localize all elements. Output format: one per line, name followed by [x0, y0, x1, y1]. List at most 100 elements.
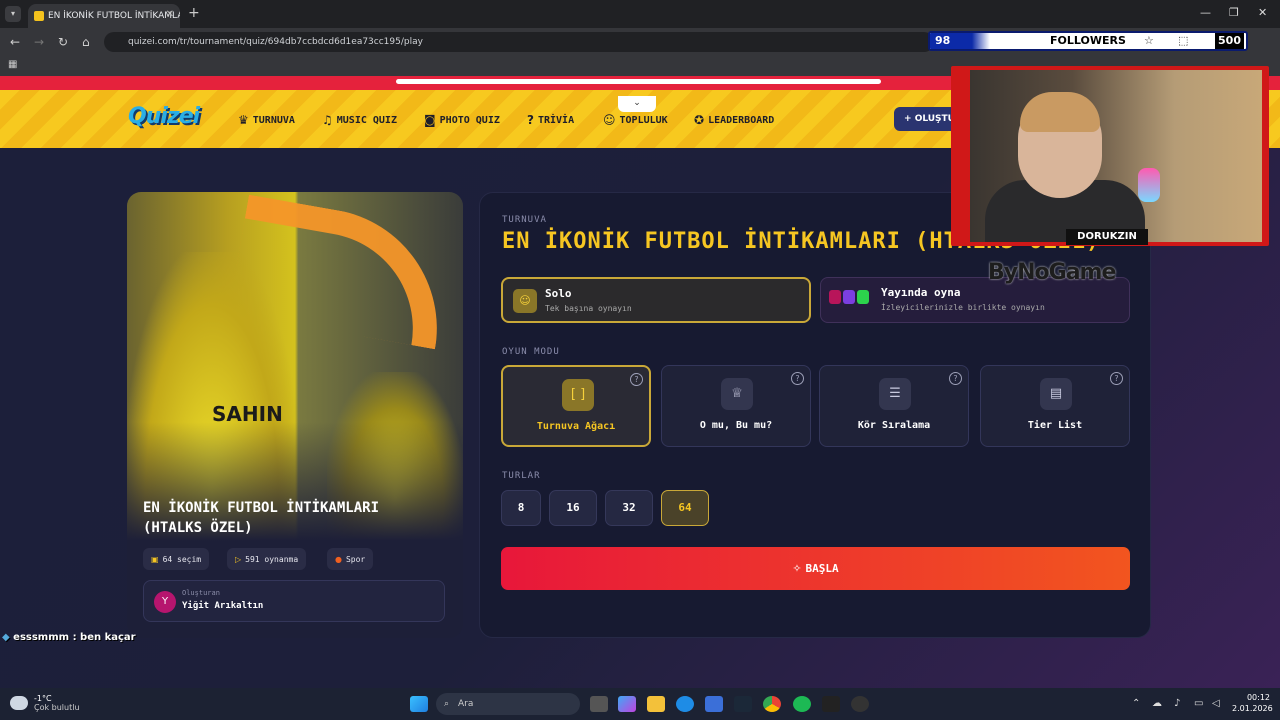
- youtube-icon: [829, 290, 841, 304]
- solo-title: Solo: [545, 287, 572, 300]
- close-window-icon[interactable]: ✕: [1258, 6, 1267, 19]
- nav-music-quiz[interactable]: ♫ MUSIC QUIZ: [322, 113, 397, 127]
- restore-icon[interactable]: ❐: [1229, 6, 1239, 19]
- weather-condition: Çok bulutlu: [34, 703, 80, 712]
- round-option-8[interactable]: 8: [501, 490, 541, 526]
- extension-icon: ⬚: [1178, 34, 1189, 47]
- taskbar-search[interactable]: ⌕ Ara: [436, 693, 580, 715]
- nav-label: TURNUVA: [252, 114, 295, 126]
- file-explorer-icon[interactable]: [647, 696, 665, 712]
- site-favicon: [34, 11, 44, 21]
- followers-goal: 500: [1215, 33, 1244, 49]
- streamer-name: DORUKZIN: [1066, 229, 1148, 245]
- nav-tournament[interactable]: ♛ TURNUVA: [238, 113, 295, 127]
- category-badge: ● Spor: [327, 548, 374, 570]
- plays-text: 591 oynanma: [245, 554, 299, 564]
- mode-tournament-bracket[interactable]: ? [ ] Turnuva Ağacı: [501, 365, 651, 447]
- weather-widget[interactable]: -1°C Çok bulutlu: [10, 694, 80, 712]
- user-icon: ☺: [513, 289, 537, 313]
- windows-start-icon[interactable]: [410, 696, 428, 712]
- streaming-platform-icons: [829, 290, 869, 304]
- nav-label: TRİVİA: [537, 114, 575, 126]
- quizei-logo[interactable]: Quizei: [128, 104, 200, 129]
- chevron-down-icon[interactable]: ⌄: [618, 96, 656, 112]
- chat-text: : ben kaçar: [72, 632, 136, 643]
- help-icon[interactable]: ?: [791, 372, 804, 385]
- tray-overflow-icon[interactable]: ⌃: [1132, 698, 1140, 709]
- volume-icon[interactable]: ◁: [1212, 698, 1220, 709]
- taskbar-clock[interactable]: 00:12 2.01.2026: [1232, 692, 1273, 714]
- stream-chat-message: ◆ esssmmm : ben kaçar: [2, 632, 136, 643]
- cloud-icon: [10, 696, 28, 710]
- tab-search-icon[interactable]: ▾: [5, 6, 21, 22]
- creator-name: Yiğit Arıkaltın: [182, 601, 264, 611]
- nav-label: TOPLULUK: [619, 114, 668, 126]
- url-text: quizei.com/tr/tournament/quiz/694db7ccbd…: [128, 37, 423, 47]
- obs-icon[interactable]: [851, 696, 869, 712]
- round-option-64[interactable]: 64: [661, 490, 709, 526]
- browser-tab-bar: ▾ EN İKONİK FUTBOL İNTİKAMLAR ✕ + — ❐ ✕: [0, 0, 1280, 28]
- reload-icon[interactable]: ↻: [58, 35, 68, 49]
- plus-icon: +: [904, 114, 915, 124]
- quiz-title: EN İKONİK FUTBOL İNTİKAMLARI (HTALKS ÖZE…: [143, 500, 380, 536]
- tab-title: EN İKONİK FUTBOL İNTİKAMLAR: [48, 11, 180, 21]
- store-icon[interactable]: [705, 696, 723, 712]
- round-option-16[interactable]: 16: [549, 490, 597, 526]
- chat-badge-icon: ◆: [2, 632, 14, 643]
- rounds-label: TURLAR: [502, 471, 541, 481]
- close-tab-icon[interactable]: ✕: [166, 9, 174, 20]
- url-field[interactable]: quizei.com/tr/tournament/quiz/694db7ccbd…: [104, 32, 934, 52]
- plays-badge: ▷ 591 oynanma: [227, 548, 307, 570]
- nav-photo-quiz[interactable]: ◙ PHOTO QUIZ: [424, 113, 500, 127]
- mode-this-or-that[interactable]: ? ♕ O mu, Bu mu?: [661, 365, 811, 447]
- question-bubble-icon: ?: [527, 113, 534, 127]
- mode-tier-list[interactable]: ? ▤ Tier List: [980, 365, 1130, 447]
- steam-icon[interactable]: [734, 696, 752, 712]
- help-icon[interactable]: ?: [630, 373, 643, 386]
- nav-trivia[interactable]: ? TRİVİA: [527, 113, 574, 127]
- copilot-icon[interactable]: [618, 696, 636, 712]
- creator-card[interactable]: Y Oluşturan Yiğit Arıkaltın: [143, 580, 445, 622]
- help-icon[interactable]: ?: [949, 372, 962, 385]
- edge-icon[interactable]: [676, 696, 694, 712]
- solo-subtitle: Tek başına oynayın: [545, 304, 632, 313]
- minimize-icon[interactable]: —: [1200, 6, 1211, 19]
- round-option-32[interactable]: 32: [605, 490, 653, 526]
- rgb-lamp: [1138, 168, 1160, 202]
- sponsor-logo: ByNoGame: [988, 260, 1116, 285]
- mode-blind-ranking[interactable]: ? ☰ Kör Sıralama: [819, 365, 969, 447]
- play-settings-panel: TURNUVA EN İKONİK FUTBOL İNTİKAMLARI (HT…: [479, 192, 1151, 638]
- forward-icon[interactable]: →: [34, 35, 44, 49]
- crown-icon: ♕: [721, 378, 753, 410]
- bracket-icon: [ ]: [562, 379, 594, 411]
- start-button[interactable]: ✧ BAŞLA: [501, 547, 1130, 590]
- network-icon[interactable]: ▭: [1194, 698, 1203, 709]
- task-view-icon[interactable]: [590, 696, 608, 712]
- apps-grid-icon[interactable]: ▦: [8, 59, 17, 70]
- home-icon[interactable]: ⌂: [82, 35, 90, 49]
- camera-icon: ◙: [424, 113, 436, 127]
- spotify-icon[interactable]: [793, 696, 811, 712]
- microphone-icon[interactable]: ♪: [1174, 698, 1180, 709]
- browser-tab[interactable]: EN İKONİK FUTBOL İNTİKAMLAR ✕: [28, 4, 180, 28]
- nav-community[interactable]: ☺ TOPLULUK: [603, 113, 668, 127]
- users-icon: ☺: [603, 113, 616, 127]
- cloud-sync-icon[interactable]: ☁: [1152, 698, 1162, 709]
- solo-option[interactable]: ☺ Solo Tek başına oynayın: [501, 277, 811, 323]
- chrome-icon[interactable]: [763, 696, 781, 712]
- music-icon: ♫: [322, 113, 333, 127]
- stream-subtitle: İzleyicilerinizle birlikte oynayın: [881, 303, 1045, 312]
- search-icon: ⌕: [444, 699, 450, 709]
- new-tab-icon[interactable]: +: [188, 5, 200, 21]
- nav-leaderboard[interactable]: ✪ LEADERBOARD: [694, 113, 774, 127]
- ball-icon: ●: [335, 554, 342, 564]
- followers-goal-widget: 98 FOLLOWERS ☆ ⬚ 500: [928, 31, 1248, 51]
- back-icon[interactable]: ←: [10, 35, 20, 49]
- star-icon: ☆: [1144, 34, 1154, 47]
- trophy-icon: ♛: [238, 113, 249, 127]
- stream-title: Yayında oyna: [881, 286, 961, 299]
- help-icon[interactable]: ?: [1110, 372, 1123, 385]
- clock-date: 2.01.2026: [1232, 704, 1273, 713]
- kick-icon: [857, 290, 869, 304]
- epic-games-icon[interactable]: [822, 696, 840, 712]
